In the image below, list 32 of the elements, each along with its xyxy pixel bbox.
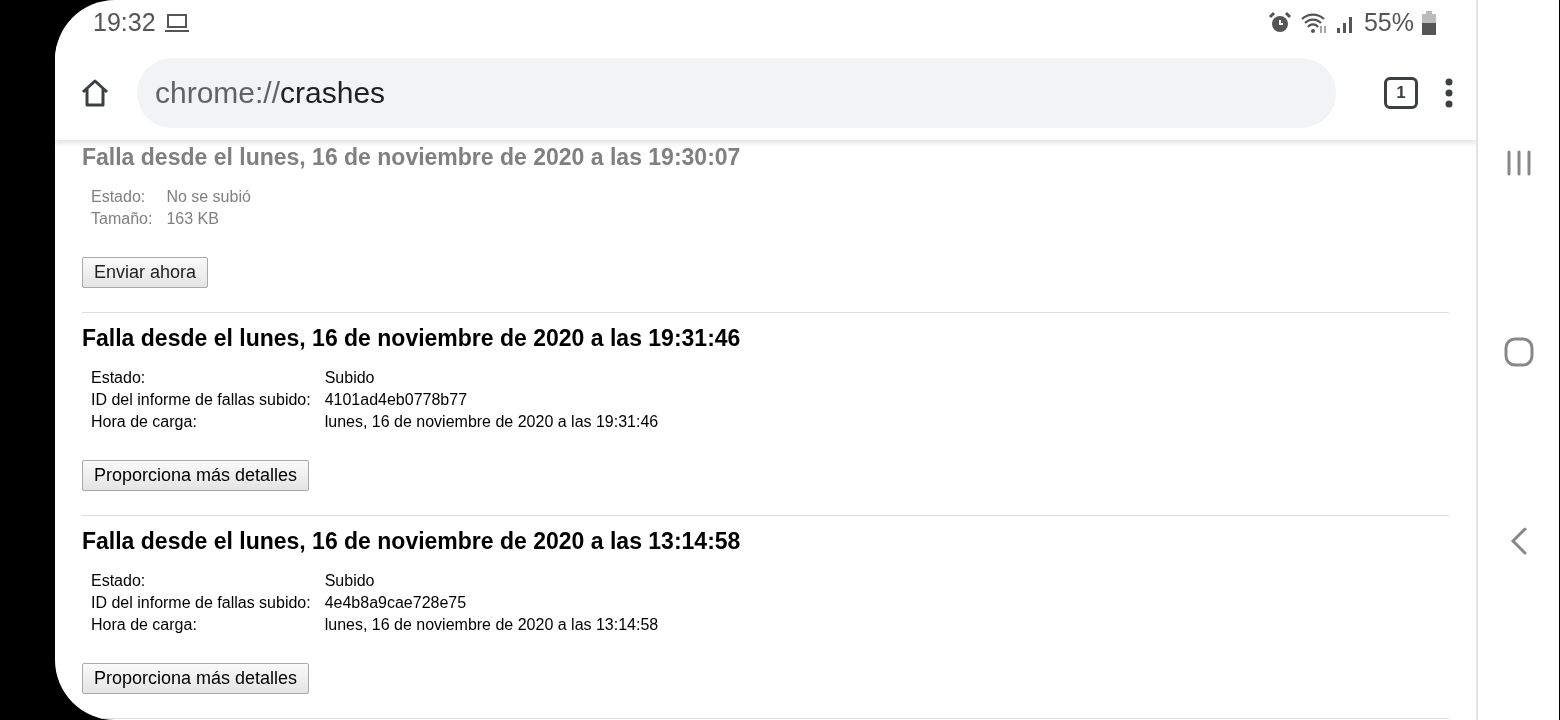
detail-value: 163 KB — [166, 209, 220, 229]
detail-label: Hora de carga: — [91, 412, 198, 432]
action-button[interactable]: Proporciona más detalles — [82, 460, 310, 491]
action-button[interactable]: Proporciona más detalles — [82, 663, 310, 694]
laptop-icon — [163, 12, 190, 33]
action-button[interactable]: Enviar ahora — [82, 257, 209, 288]
home-button-icon[interactable] — [1503, 336, 1534, 367]
detail-label: ID del informe de fallas subido: — [91, 593, 311, 613]
menu-icon[interactable] — [1444, 77, 1454, 108]
detail-label: Estado: — [91, 368, 147, 388]
battery-icon — [1422, 10, 1436, 35]
detail-value: No se subió — [166, 187, 251, 207]
detail-label: ID del informe de fallas subido: — [91, 390, 311, 410]
detail-value: Subido — [324, 571, 376, 591]
crash-title: Falla desde el lunes, 16 de noviembre de 2020 a las 19:31:46 — [82, 325, 742, 352]
detail-label: Estado: — [91, 571, 147, 591]
address-bar[interactable]: chrome://crashes — [137, 57, 1336, 128]
crash-title: Falla desde el lunes, 16 de noviembre de 2020 a las 13:14:58 — [82, 528, 742, 555]
detail-value: lunes, 16 de noviembre de 2020 a las 13:14:58 — [324, 615, 659, 635]
crash-title: Falla desde el lunes, 16 de noviembre de 2020 a las 19:30:07 — [82, 144, 742, 171]
back-icon[interactable] — [1509, 527, 1528, 555]
alarm-clock-icon — [1267, 10, 1292, 35]
detail-label: Hora de carga: — [91, 615, 198, 635]
detail-label: Tamaño: — [91, 209, 153, 229]
battery-percentage: 55% — [1363, 8, 1414, 37]
detail-value: lunes, 16 de noviembre de 2020 a las 19:31:46 — [324, 412, 659, 432]
detail-label: Estado: — [91, 187, 147, 207]
tab-switcher-button[interactable]: 1 — [1384, 76, 1418, 109]
detail-value: 4101ad4eb0778b77 — [324, 390, 469, 410]
detail-value: 4e4b8a9cae728e75 — [324, 593, 468, 613]
clock-time: 19:32 — [93, 8, 156, 37]
detail-value: Subido — [324, 368, 376, 388]
